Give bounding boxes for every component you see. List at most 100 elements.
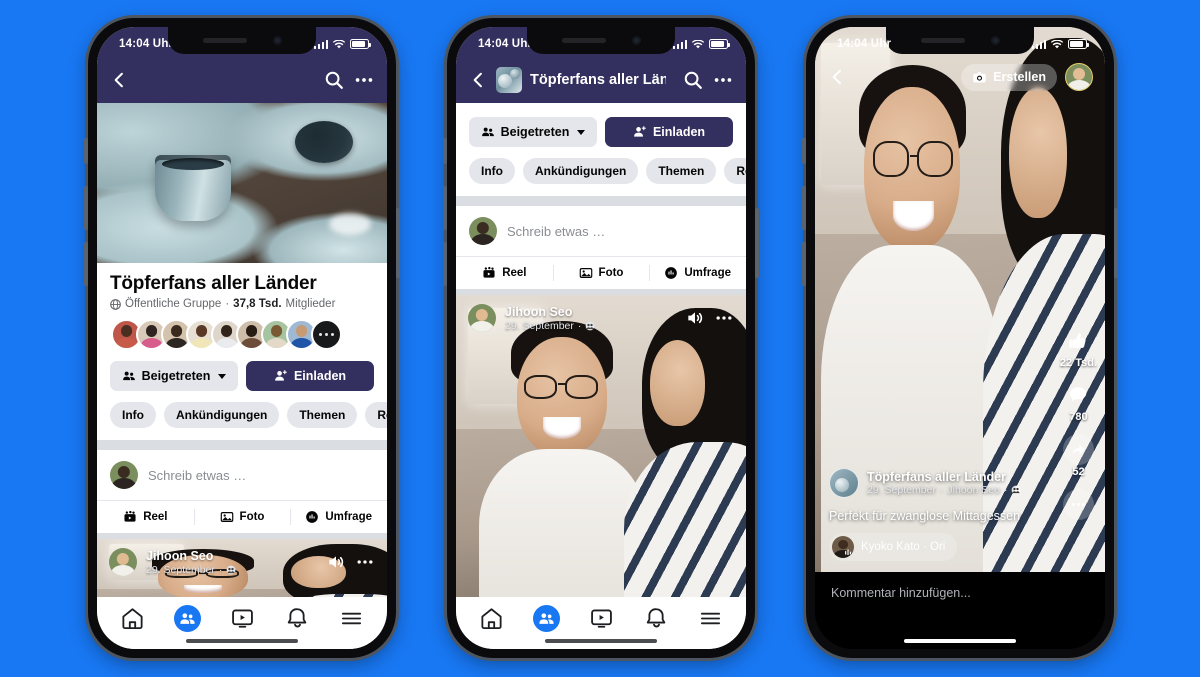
speaker-on-icon[interactable] — [326, 552, 346, 572]
reel-player[interactable]: 14:04 Uhr Erstellen 22 Tsd. 780 52 Töpfe… — [815, 27, 1105, 649]
tab-topics[interactable]: Themen — [287, 402, 358, 428]
phone-1-volume-down[interactable] — [84, 242, 88, 286]
reel-top-bar: Erstellen — [815, 63, 1105, 91]
tab-info[interactable]: Info — [469, 158, 515, 184]
comment-bubble-icon[interactable] — [1063, 380, 1093, 410]
avatar[interactable] — [1065, 63, 1093, 91]
post-media — [456, 295, 746, 615]
phone-2-volume-up[interactable] — [443, 186, 447, 230]
search-icon[interactable] — [682, 69, 704, 91]
more-action[interactable] — [1062, 489, 1094, 520]
composer-photo-button[interactable]: Foto — [193, 501, 291, 533]
joined-button[interactable]: Beigetreten — [110, 361, 238, 391]
post-author[interactable]: Jihoon Seo — [146, 549, 236, 564]
create-button[interactable]: Erstellen — [961, 63, 1057, 91]
composer-reel-button[interactable]: Reel — [97, 501, 194, 533]
people-icon — [122, 371, 135, 381]
group-thumbnail[interactable] — [829, 468, 859, 498]
more-members-button[interactable] — [311, 319, 342, 350]
menu-hamburger-icon[interactable] — [339, 606, 364, 631]
bell-notifications-icon[interactable] — [285, 606, 310, 631]
tab-info[interactable]: Info — [110, 402, 156, 428]
meta-separator: · — [1003, 484, 1008, 496]
more-horizontal-icon[interactable] — [714, 308, 734, 328]
phone-3-mute-switch[interactable] — [802, 138, 806, 164]
tab-announcements[interactable]: Ankündigungen — [523, 158, 639, 184]
watch-video-icon[interactable] — [589, 606, 614, 631]
composer-poll-button[interactable]: Umfrage — [649, 257, 746, 289]
joined-button[interactable]: Beigetreten — [469, 117, 597, 147]
bell-notifications-icon[interactable] — [644, 606, 669, 631]
earpiece-speaker — [202, 38, 247, 43]
sidebar-item-groups[interactable] — [174, 604, 202, 632]
like-action[interactable]: 22 Tsd. — [1060, 326, 1097, 369]
more-dots-icon[interactable] — [1062, 489, 1094, 520]
phone-2-feed-post[interactable]: Jihoon Seo 29. September · — [456, 295, 746, 615]
sidebar-item-groups[interactable] — [533, 604, 561, 632]
more-horizontal-icon[interactable] — [353, 69, 375, 91]
reel-audio-chip[interactable]: Kyoko Kato · Ori — [829, 533, 958, 561]
invite-button[interactable]: Einladen — [246, 361, 374, 391]
poll-icon — [665, 267, 678, 279]
reel-info-block: Töpferfans aller Länder 29. September · … — [815, 468, 1043, 563]
phone-2-app-header: Töpferfans aller Länder — [456, 57, 746, 103]
composer-placeholder[interactable]: Schreib etwas … — [148, 468, 246, 483]
composer-input-row[interactable]: Schreib etwas … — [456, 206, 746, 256]
reel-comment-bar[interactable]: Kommentar hinzufügen... — [815, 572, 1105, 649]
phone-1-volume-up[interactable] — [84, 186, 88, 230]
member-avatar-row[interactable] — [110, 319, 374, 350]
wifi-icon — [1051, 39, 1063, 48]
status-time: 14:04 Uhr — [119, 38, 174, 50]
comment-placeholder[interactable]: Kommentar hinzufügen... — [815, 572, 1105, 614]
reel-group-row[interactable]: Töpferfans aller Länder 29. September · … — [829, 468, 1029, 498]
phone-1-tab-row: Info Ankündigungen Themen Reels — [97, 391, 387, 440]
composer-photo-button[interactable]: Foto — [552, 257, 650, 289]
composer-input-row[interactable]: Schreib etwas … — [97, 450, 387, 500]
home-indicator — [545, 638, 657, 643]
share-action[interactable]: 52 — [1062, 434, 1094, 478]
reel-date: 29. September — [867, 484, 936, 496]
phone-1-power-button[interactable] — [396, 208, 400, 278]
composer-placeholder[interactable]: Schreib etwas … — [507, 224, 605, 239]
post-meta: 29. September · — [146, 564, 236, 576]
tab-announcements[interactable]: Ankündigungen — [164, 402, 280, 428]
poll-icon — [306, 511, 319, 523]
avatar[interactable] — [468, 304, 496, 332]
more-horizontal-icon[interactable] — [712, 69, 734, 91]
share-arrow-icon[interactable] — [1062, 434, 1094, 465]
comment-action[interactable]: 780 — [1063, 380, 1093, 423]
post-author[interactable]: Jihoon Seo — [505, 305, 595, 320]
invite-button[interactable]: Einladen — [605, 117, 733, 147]
home-icon[interactable] — [120, 606, 145, 631]
speaker-on-icon[interactable] — [685, 308, 705, 328]
search-icon[interactable] — [323, 69, 345, 91]
phone-2-power-button[interactable] — [755, 208, 759, 278]
phone-2-mute-switch[interactable] — [443, 138, 447, 164]
chevron-left-icon[interactable] — [109, 70, 129, 90]
tab-reels[interactable]: Reels — [365, 402, 387, 428]
reel-group-name[interactable]: Töpferfans aller Länder — [867, 470, 1021, 484]
composer-poll-button[interactable]: Umfrage — [290, 501, 387, 533]
home-icon[interactable] — [479, 606, 504, 631]
menu-hamburger-icon[interactable] — [698, 606, 723, 631]
phone-3-volume-down[interactable] — [802, 242, 806, 286]
tab-topics[interactable]: Themen — [646, 158, 717, 184]
group-thumbnail[interactable] — [496, 67, 522, 93]
phone-3-power-button[interactable] — [1114, 208, 1118, 278]
reel-caption: Perfekt für zwanglose Mittagessen — [829, 509, 1021, 523]
watch-video-icon[interactable] — [230, 606, 255, 631]
group-cover-photo[interactable] — [97, 103, 387, 263]
composer-reel-button[interactable]: Reel — [456, 257, 553, 289]
tab-reels[interactable]: Reels — [724, 158, 746, 184]
phone-1-mute-switch[interactable] — [84, 138, 88, 164]
earpiece-speaker — [561, 38, 606, 43]
comment-count: 780 — [1069, 411, 1088, 423]
chevron-left-icon[interactable] — [468, 70, 488, 90]
chevron-left-icon[interactable] — [827, 67, 847, 87]
reel-author: Jihoon Seo — [947, 484, 1000, 496]
phone-2-volume-down[interactable] — [443, 242, 447, 286]
thumbs-up-icon[interactable] — [1063, 326, 1093, 356]
avatar[interactable] — [109, 548, 137, 576]
more-horizontal-icon[interactable] — [355, 552, 375, 572]
phone-3-volume-up[interactable] — [802, 186, 806, 230]
